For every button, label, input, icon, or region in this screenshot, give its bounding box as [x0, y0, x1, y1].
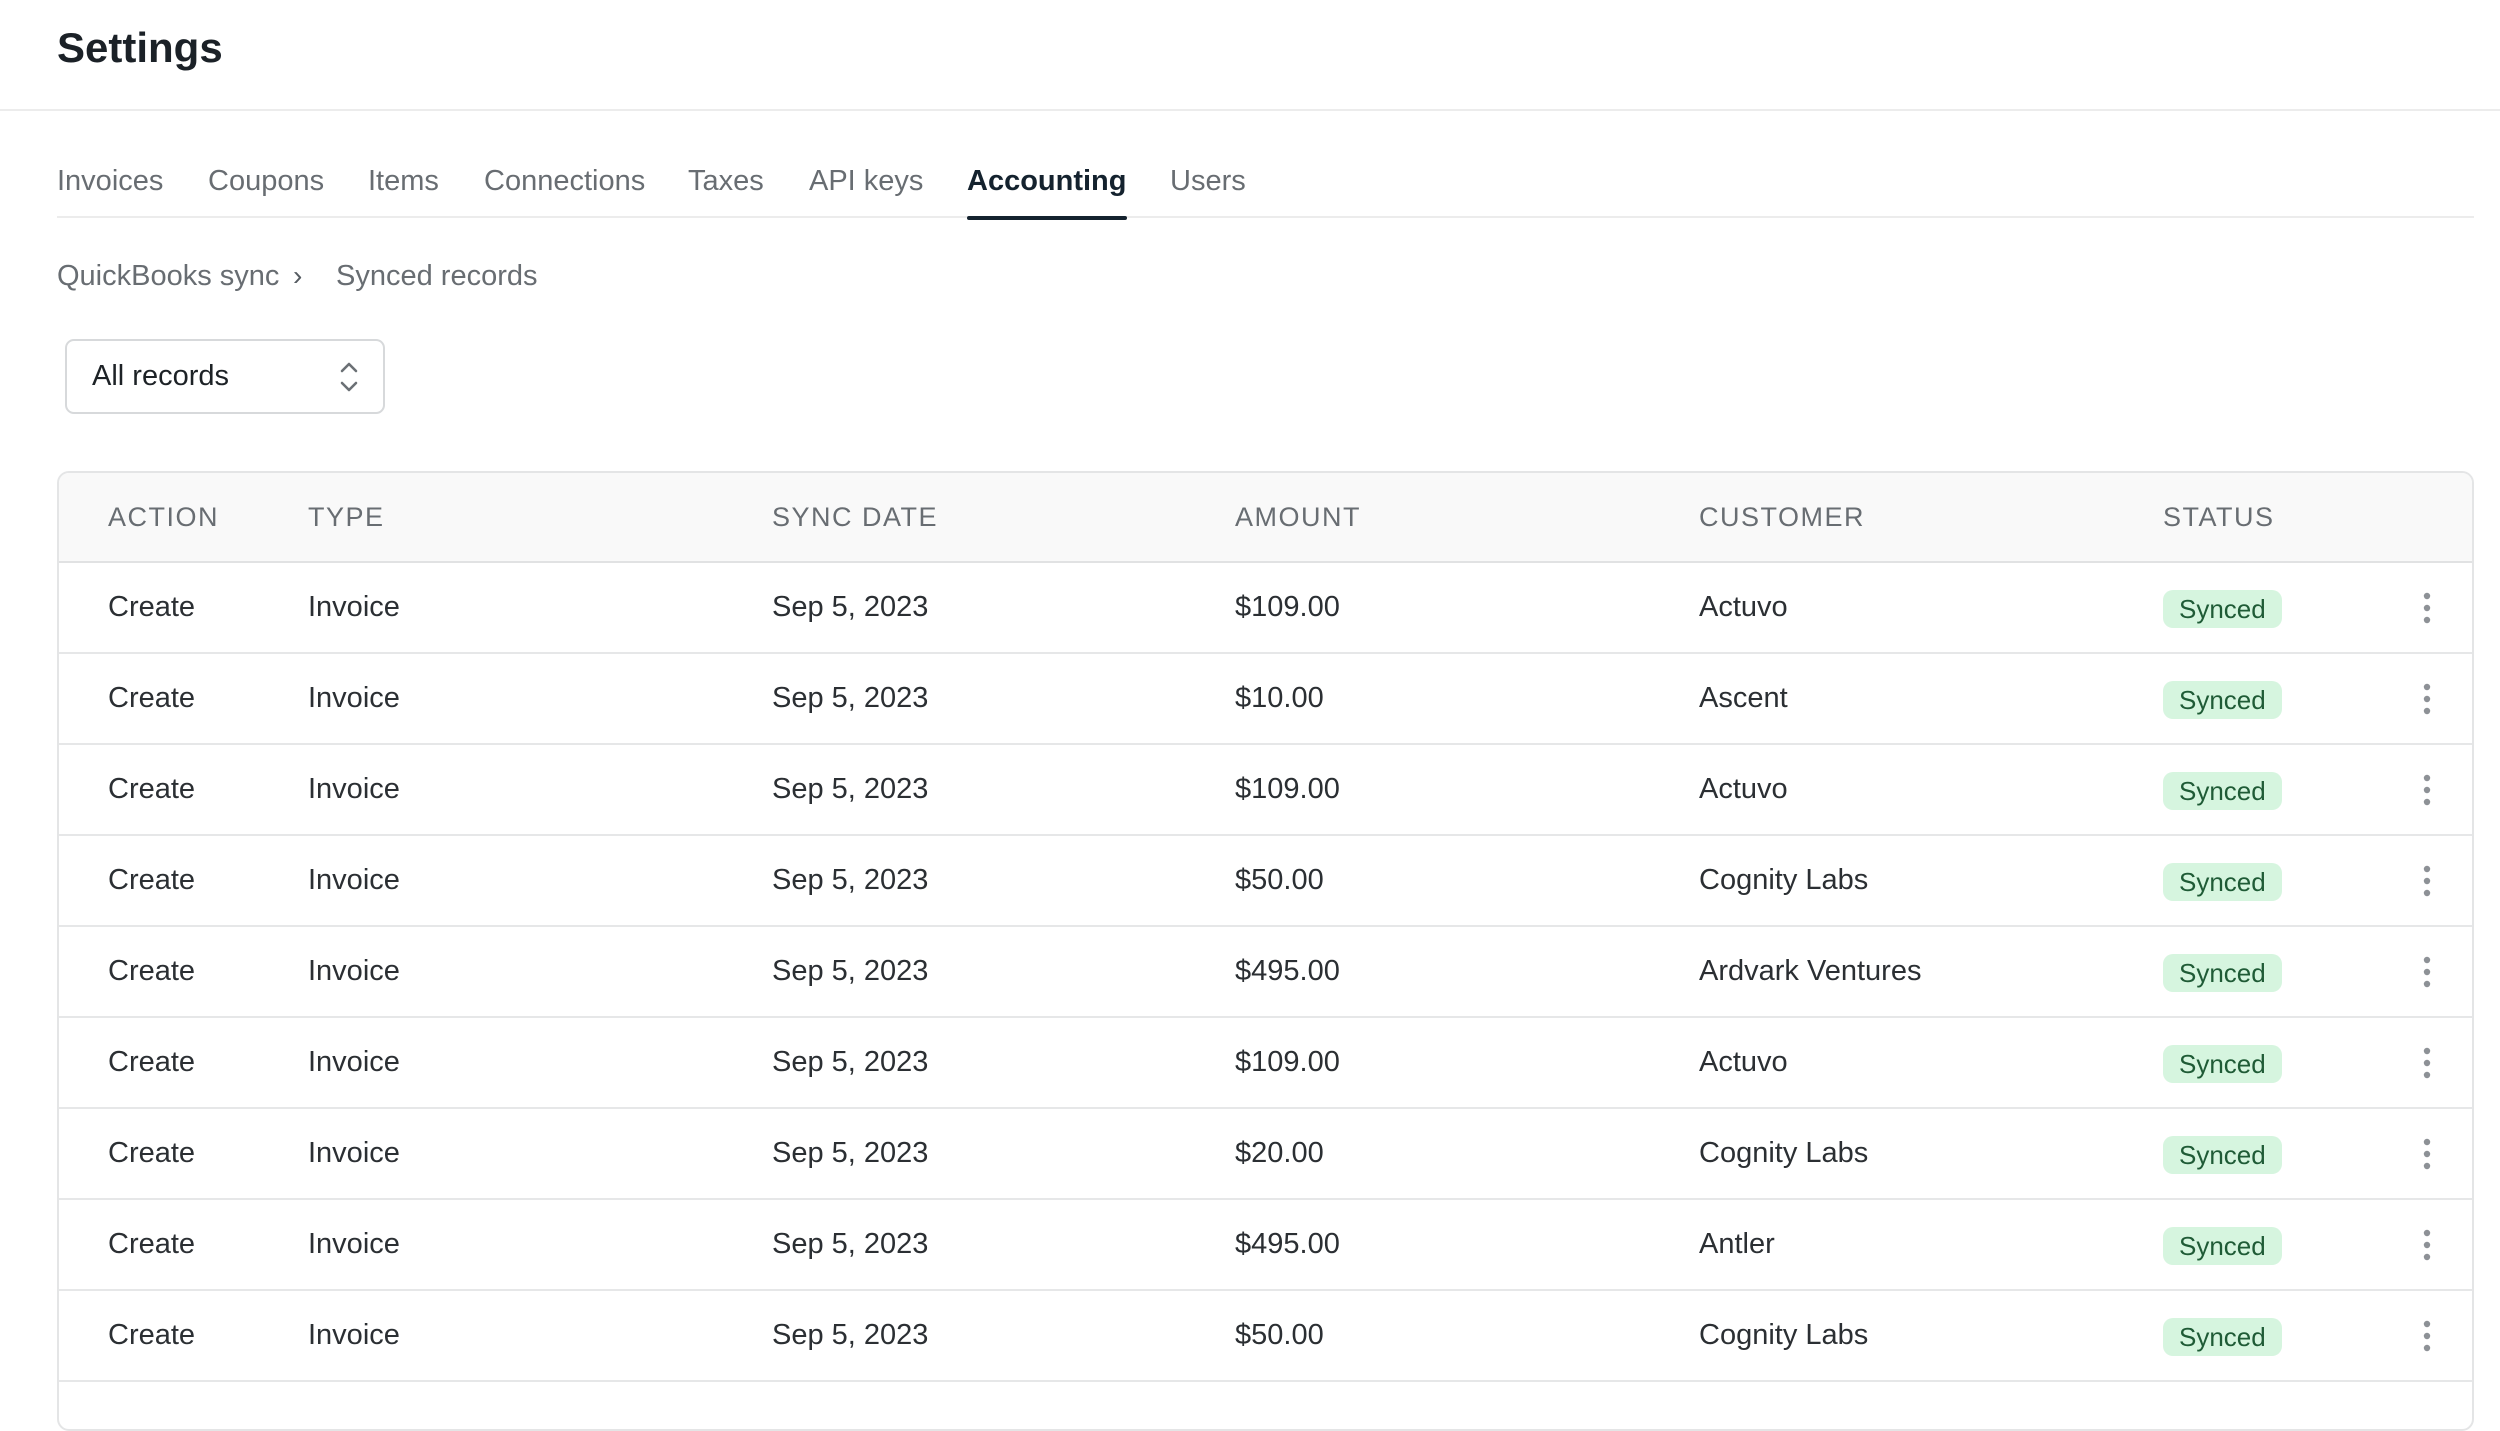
- cell-customer: Cognity Labs: [1699, 1319, 1869, 1351]
- cell-customer: Cognity Labs: [1699, 1137, 1869, 1169]
- cell-customer: Ascent: [1699, 682, 1788, 714]
- table-row[interactable]: Create Invoice Sep 5, 2023 $50.00 Cognit…: [59, 1291, 2472, 1382]
- cell-type: Invoice: [308, 1137, 400, 1169]
- more-vertical-icon[interactable]: [2409, 772, 2445, 808]
- table-row[interactable]: [59, 1382, 2472, 1429]
- tab-taxes[interactable]: Taxes: [688, 145, 764, 218]
- status-badge: Synced: [2163, 772, 2282, 810]
- records-filter-value: All records: [92, 360, 229, 392]
- tab-invoices[interactable]: Invoices: [57, 145, 163, 218]
- cell-action: Create: [108, 1137, 196, 1169]
- column-header-customer: CUSTOMER: [1699, 502, 1866, 532]
- cell-action: Create: [108, 1319, 196, 1351]
- cell-amount: $50.00: [1235, 864, 1324, 896]
- cell-sync-date: Sep 5, 2023: [772, 1046, 929, 1078]
- cell-action: Create: [108, 773, 196, 805]
- table-row[interactable]: Create Invoice Sep 5, 2023 $495.00 Antle…: [59, 1200, 2472, 1291]
- column-header-status: STATUS: [2163, 502, 2275, 532]
- cell-customer: Actuvo: [1699, 773, 1788, 805]
- column-header-type: TYPE: [308, 502, 385, 532]
- cell-customer: Cognity Labs: [1699, 864, 1869, 896]
- cell-amount: $50.00: [1235, 1319, 1324, 1351]
- cell-action: Create: [108, 682, 196, 714]
- table-row[interactable]: Create Invoice Sep 5, 2023 $20.00 Cognit…: [59, 1109, 2472, 1200]
- cell-sync-date: Sep 5, 2023: [772, 591, 929, 623]
- cell-sync-date: Sep 5, 2023: [772, 1319, 929, 1351]
- table-row[interactable]: Create Invoice Sep 5, 2023 $109.00 Actuv…: [59, 745, 2472, 836]
- cell-amount: $109.00: [1235, 591, 1340, 623]
- cell-sync-date: Sep 5, 2023: [772, 864, 929, 896]
- cell-sync-date: Sep 5, 2023: [772, 955, 929, 987]
- cell-action: Create: [108, 1228, 196, 1260]
- cell-action: Create: [108, 864, 196, 896]
- more-vertical-icon[interactable]: [2409, 1318, 2445, 1354]
- more-vertical-icon[interactable]: [2409, 590, 2445, 626]
- column-header-amount: AMOUNT: [1235, 502, 1361, 532]
- status-badge: Synced: [2163, 863, 2282, 901]
- cell-amount: $495.00: [1235, 1228, 1340, 1260]
- table-row[interactable]: Create Invoice Sep 5, 2023 $50.00 Cognit…: [59, 836, 2472, 927]
- cell-customer: Ardvark Ventures: [1699, 955, 1922, 987]
- cell-action: Create: [108, 1046, 196, 1078]
- cell-type: Invoice: [308, 682, 400, 714]
- settings-tabs: Invoices Coupons Items Connections Taxes…: [57, 145, 2474, 220]
- cell-type: Invoice: [308, 1228, 400, 1260]
- tab-accounting[interactable]: Accounting: [967, 145, 1127, 220]
- more-vertical-icon[interactable]: [2409, 1045, 2445, 1081]
- breadcrumb-current: Synced records: [336, 260, 538, 292]
- synced-records-table: ACTION TYPE SYNC DATE AMOUNT CUSTOMER ST…: [57, 471, 2474, 1431]
- chevron-right-icon: ›: [293, 260, 303, 291]
- cell-action: Create: [108, 591, 196, 623]
- more-vertical-icon[interactable]: [2409, 954, 2445, 990]
- cell-sync-date: Sep 5, 2023: [772, 773, 929, 805]
- cell-type: Invoice: [308, 955, 400, 987]
- status-badge: Synced: [2163, 1136, 2282, 1174]
- cell-amount: $20.00: [1235, 1137, 1324, 1169]
- tab-items[interactable]: Items: [368, 145, 439, 218]
- cell-customer: Actuvo: [1699, 1046, 1788, 1078]
- cell-amount: $495.00: [1235, 955, 1340, 987]
- cell-customer: Antler: [1699, 1228, 1775, 1260]
- cell-amount: $109.00: [1235, 773, 1340, 805]
- status-badge: Synced: [2163, 590, 2282, 628]
- column-header-sync-date: SYNC DATE: [772, 502, 939, 532]
- tab-api-keys[interactable]: API keys: [809, 145, 923, 218]
- column-header-action: ACTION: [108, 502, 220, 532]
- table-row[interactable]: Create Invoice Sep 5, 2023 $109.00 Actuv…: [59, 1018, 2472, 1109]
- cell-type: Invoice: [308, 1319, 400, 1351]
- cell-sync-date: Sep 5, 2023: [772, 1137, 929, 1169]
- status-badge: Synced: [2163, 681, 2282, 719]
- tab-users[interactable]: Users: [1170, 145, 1246, 218]
- more-vertical-icon[interactable]: [2409, 863, 2445, 899]
- breadcrumb-parent-link[interactable]: QuickBooks sync: [57, 256, 279, 296]
- cell-type: Invoice: [308, 591, 400, 623]
- more-vertical-icon[interactable]: [2409, 1136, 2445, 1172]
- cell-type: Invoice: [308, 1046, 400, 1078]
- tab-coupons[interactable]: Coupons: [208, 145, 324, 218]
- table-row[interactable]: Create Invoice Sep 5, 2023 $109.00 Actuv…: [59, 563, 2472, 654]
- status-badge: Synced: [2163, 1318, 2282, 1356]
- tab-connections[interactable]: Connections: [484, 145, 645, 218]
- cell-amount: $109.00: [1235, 1046, 1340, 1078]
- chevron-up-down-icon: [337, 358, 361, 396]
- page-title: Settings: [57, 24, 223, 71]
- status-badge: Synced: [2163, 954, 2282, 992]
- cell-type: Invoice: [308, 864, 400, 896]
- more-vertical-icon[interactable]: [2409, 1227, 2445, 1263]
- status-badge: Synced: [2163, 1045, 2282, 1083]
- records-filter-select[interactable]: All records: [65, 339, 385, 414]
- more-vertical-icon[interactable]: [2409, 681, 2445, 717]
- cell-amount: $10.00: [1235, 682, 1324, 714]
- table-row[interactable]: Create Invoice Sep 5, 2023 $495.00 Ardva…: [59, 927, 2472, 1018]
- page-header: Settings: [0, 0, 2500, 111]
- cell-customer: Actuvo: [1699, 591, 1788, 623]
- table-body: Create Invoice Sep 5, 2023 $109.00 Actuv…: [59, 563, 2472, 1429]
- cell-type: Invoice: [308, 773, 400, 805]
- cell-sync-date: Sep 5, 2023: [772, 682, 929, 714]
- table-header: ACTION TYPE SYNC DATE AMOUNT CUSTOMER ST…: [59, 473, 2472, 563]
- status-badge: Synced: [2163, 1227, 2282, 1265]
- cell-sync-date: Sep 5, 2023: [772, 1228, 929, 1260]
- cell-action: Create: [108, 955, 196, 987]
- table-row[interactable]: Create Invoice Sep 5, 2023 $10.00 Ascent…: [59, 654, 2472, 745]
